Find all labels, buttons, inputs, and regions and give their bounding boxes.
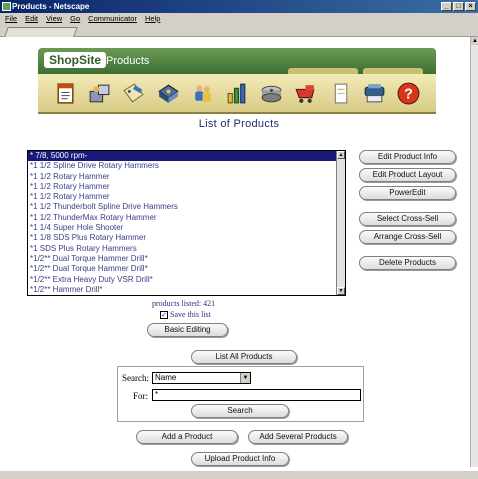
close-button[interactable]: × <box>465 2 476 11</box>
netscape-app-icon <box>2 2 11 11</box>
status-bar <box>0 470 478 479</box>
poweredit-button[interactable]: PowerEdit <box>359 186 456 200</box>
document-icon[interactable] <box>328 81 353 106</box>
menu-go[interactable]: Go <box>70 13 80 25</box>
list-item[interactable]: *1 1/8 SDS Plus Rotary Hammer <box>28 233 345 243</box>
tag-icon[interactable] <box>121 81 146 106</box>
window-title-bar: Products - Netscape _ □ × <box>0 0 478 13</box>
list-item[interactable]: *1 1/4 Super Hole Shooter <box>28 223 345 233</box>
menu-help[interactable]: Help <box>145 13 160 25</box>
list-item[interactable]: *1 SDS Plus Rotary Hammers <box>28 244 345 254</box>
main-toolbar: ? <box>38 74 436 114</box>
menu-edit[interactable]: Edit <box>25 13 38 25</box>
help-icon[interactable]: ? <box>396 81 421 106</box>
list-item[interactable]: *1 1/2 Thunderbolt Spline Drive Hammers <box>28 202 345 212</box>
menu-view[interactable]: View <box>46 13 62 25</box>
edit-product-info-button[interactable]: Edit Product Info <box>359 150 456 164</box>
list-item[interactable]: *1/2** Dual Torque Hammer Drill* <box>28 254 345 264</box>
basic-editing-button[interactable]: Basic Editing <box>147 323 228 337</box>
for-label: For: <box>133 391 149 401</box>
section-title: Products <box>106 55 150 67</box>
search-input[interactable]: * <box>152 389 361 401</box>
maximize-button[interactable]: □ <box>453 2 464 11</box>
save-list-checkbox[interactable]: ✓ <box>160 310 168 319</box>
save-list-label: Save this list <box>170 310 211 319</box>
list-scrollbar[interactable]: ▲ ▼ <box>336 151 345 295</box>
list-scroll-up-arrow[interactable]: ▲ <box>337 151 345 159</box>
product-list-rows: * 7/8, 5000 rpm- *1 1/2 Spline Drive Rota… <box>28 151 345 295</box>
upload-product-info-button[interactable]: Upload Product Info <box>191 452 289 466</box>
window-title: Products - Netscape <box>12 2 90 11</box>
disk-icon[interactable] <box>156 81 181 106</box>
select-cross-sell-button[interactable]: Select Cross-Sell <box>359 212 456 226</box>
page-scrollbar[interactable]: ▲ <box>470 37 478 467</box>
bar-chart-icon[interactable] <box>224 81 249 106</box>
scroll-up-arrow[interactable]: ▲ <box>471 37 478 45</box>
list-item[interactable]: *1 1/2 Rotary Hammer <box>28 182 345 192</box>
navigation-toolbar-tab <box>0 25 478 37</box>
printer-icon[interactable] <box>362 81 387 106</box>
svg-text:?: ? <box>404 86 413 102</box>
shopsite-logo: ShopSite <box>44 52 107 68</box>
hard-drive-icon[interactable] <box>259 81 284 106</box>
shopping-cart-icon[interactable] <box>293 81 318 106</box>
arrange-cross-sell-button[interactable]: Arrange Cross-Sell <box>359 230 456 244</box>
list-item[interactable]: *1 1/2 ThunderMax Rotary Hammer <box>28 213 345 223</box>
list-all-products-button[interactable]: List All Products <box>191 350 297 364</box>
people-icon[interactable] <box>190 81 215 106</box>
menu-communicator[interactable]: Communicator <box>88 13 137 25</box>
edit-product-layout-button[interactable]: Edit Product Layout <box>359 168 456 182</box>
add-several-products-button[interactable]: Add Several Products <box>248 430 348 444</box>
minimize-button[interactable]: _ <box>441 2 452 11</box>
delete-products-button[interactable]: Delete Products <box>359 256 456 270</box>
list-item[interactable]: *1 1/2 Rotary Hammer <box>28 172 345 182</box>
list-item[interactable]: *1 1/2 Rotary Hammer <box>28 192 345 202</box>
search-field-select[interactable]: Name ▼ <box>152 372 251 384</box>
menu-file[interactable]: File <box>5 13 17 25</box>
search-field-value: Name <box>155 373 177 382</box>
list-item[interactable]: * 7/8, 5000 rpm- <box>28 151 345 162</box>
save-list-option[interactable]: ✓ Save this list <box>160 310 211 319</box>
product-listbox[interactable]: * 7/8, 5000 rpm- *1 1/2 Spline Drive Rota… <box>27 150 346 296</box>
window-controls: _ □ × <box>441 2 476 11</box>
notepad-icon[interactable] <box>53 81 78 106</box>
merchandise-icon[interactable] <box>87 81 112 106</box>
list-item[interactable]: *1/2** Extra Heavy Duty VSR Drill* <box>28 275 345 285</box>
search-label: Search: <box>122 373 149 383</box>
toolbar-grip[interactable] <box>4 27 78 37</box>
search-button[interactable]: Search <box>191 404 289 418</box>
list-item[interactable]: *1/2** Hammer Drill* <box>28 285 345 295</box>
page-title: List of Products <box>198 118 280 130</box>
list-item[interactable]: *1 1/2 Spline Drive Rotary Hammers <box>28 161 345 171</box>
list-item[interactable]: *1/2** Dual Torque Hammer Drill* <box>28 264 345 274</box>
list-scroll-down-arrow[interactable]: ▼ <box>337 287 345 295</box>
add-product-button[interactable]: Add a Product <box>136 430 238 444</box>
chevron-down-icon[interactable]: ▼ <box>240 373 250 383</box>
products-listed-count: products listed: 421 <box>152 299 216 308</box>
menu-bar: File Edit View Go Communicator Help <box>0 13 478 25</box>
